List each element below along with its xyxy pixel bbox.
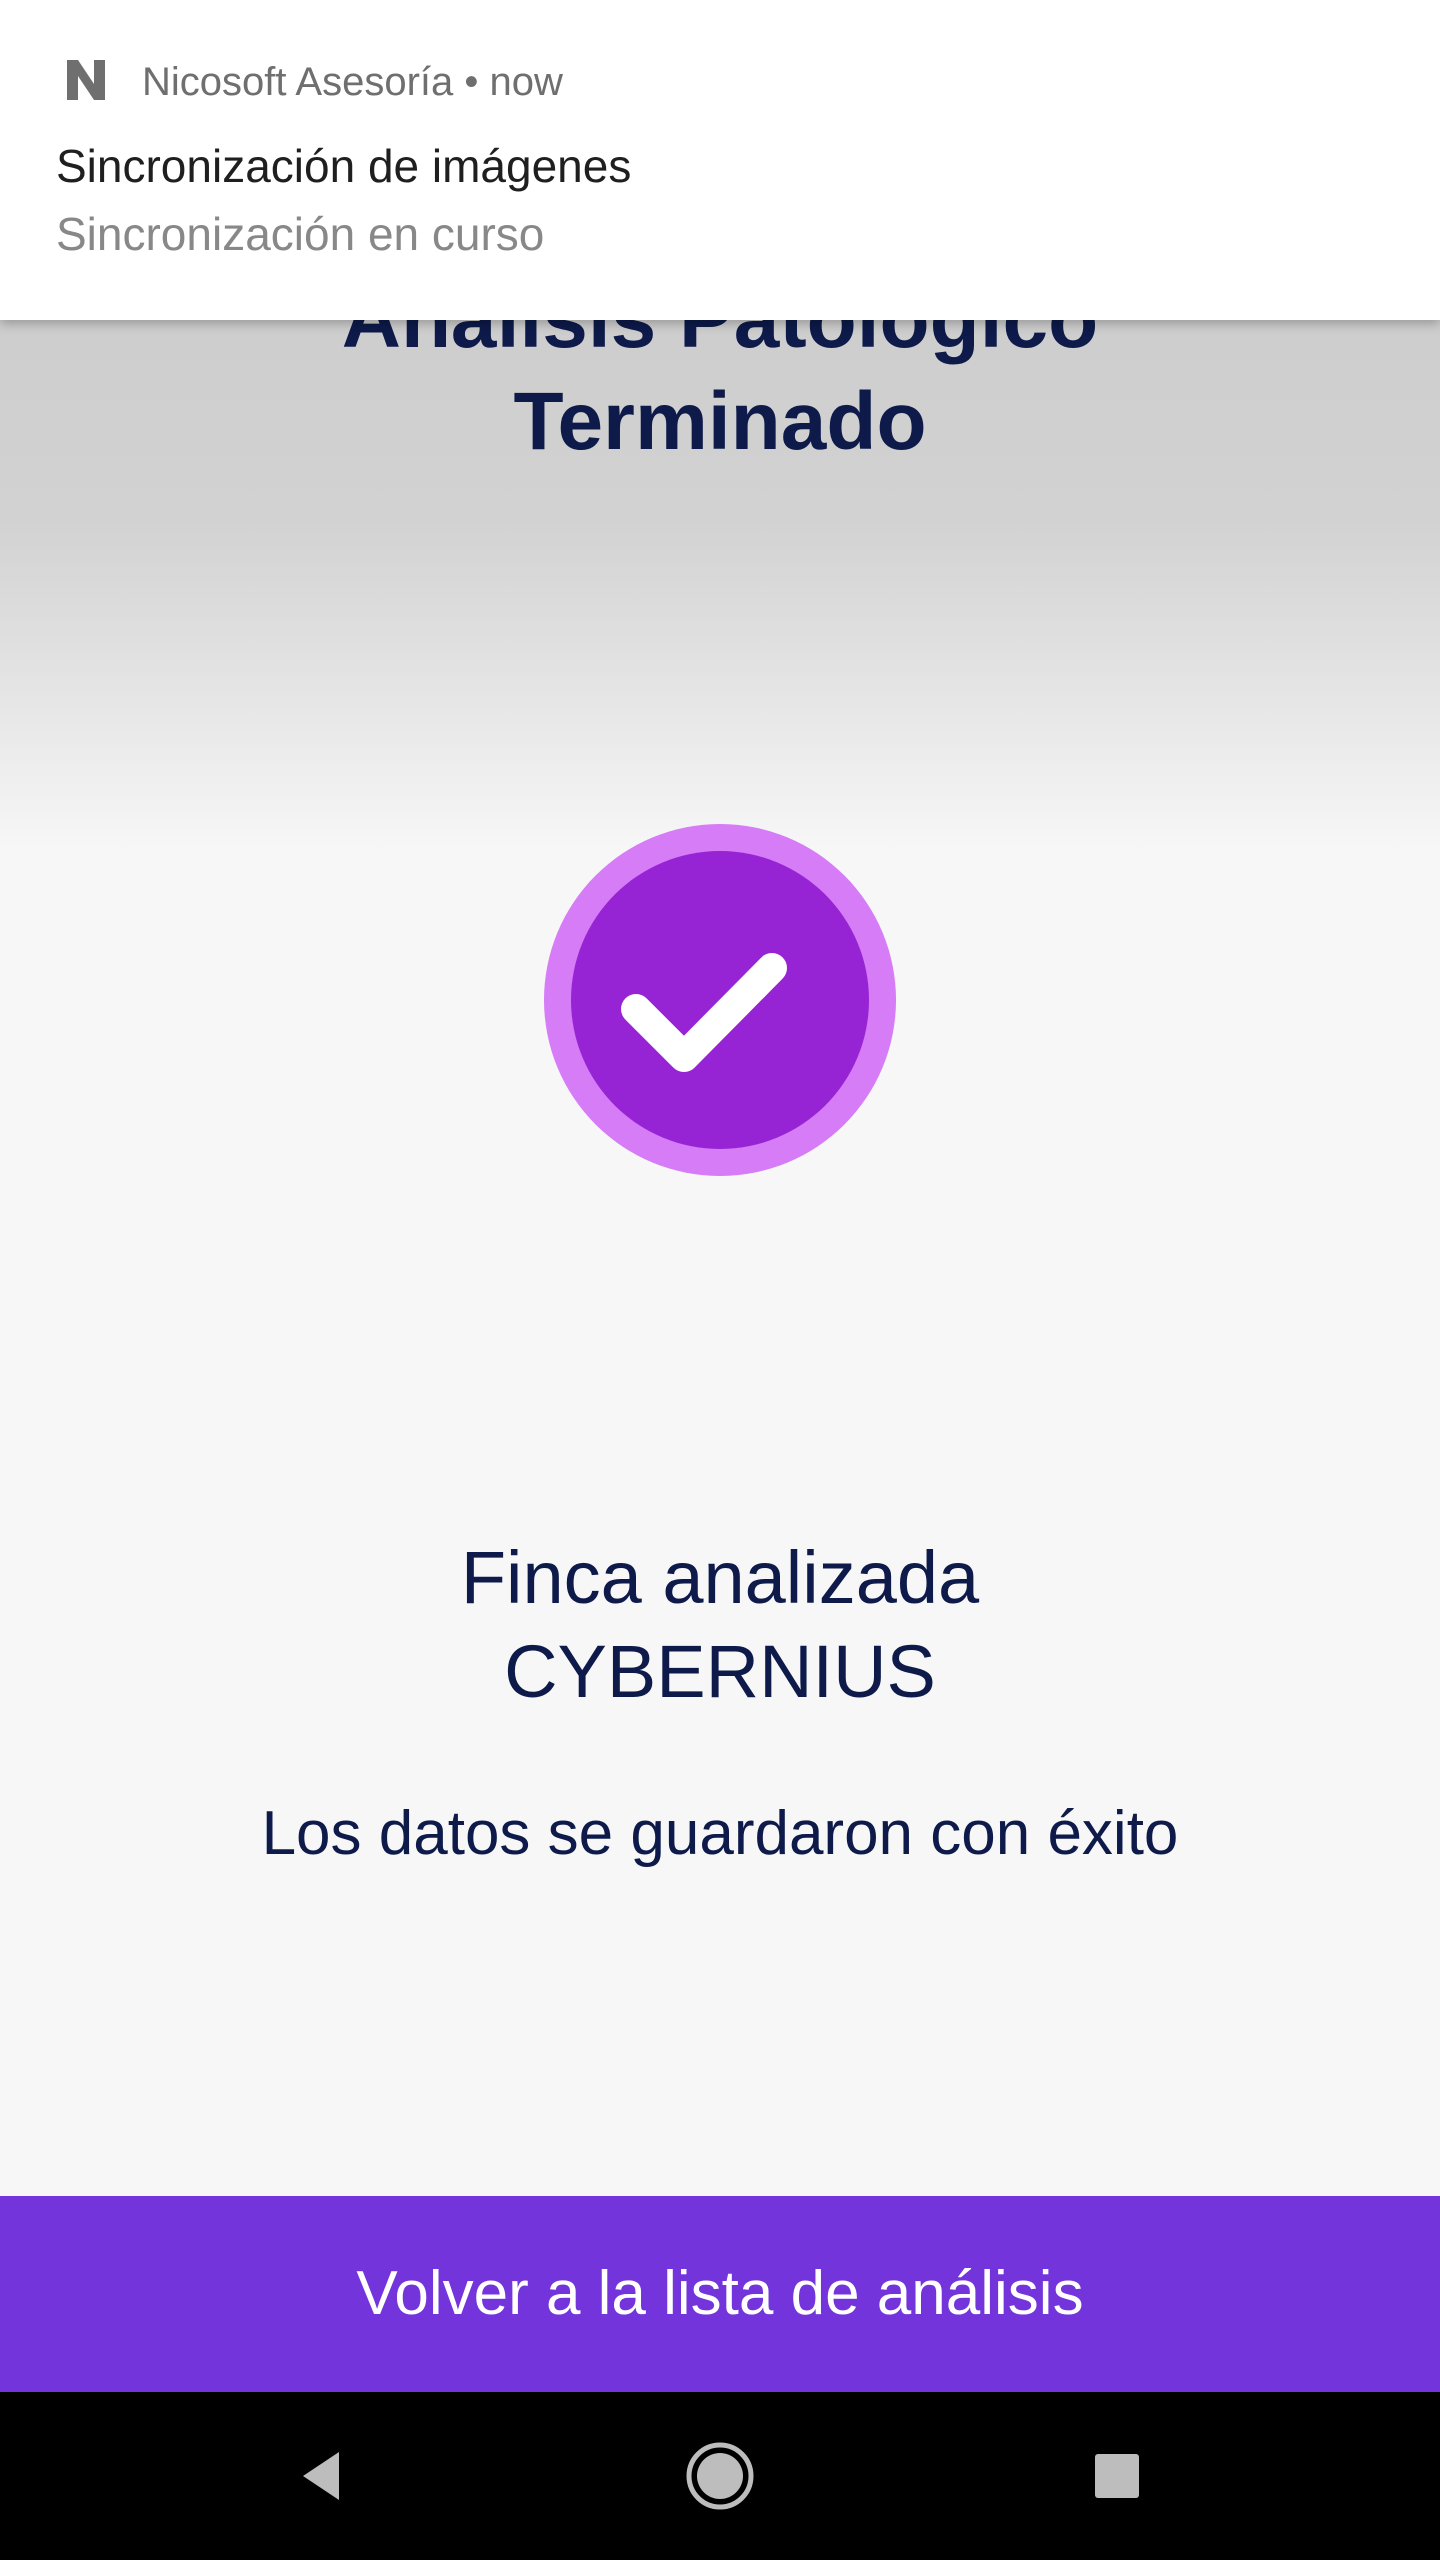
back-triangle-icon — [303, 2452, 339, 2500]
notification-header: Nicosoft Asesoría • now — [142, 56, 563, 108]
notification-text: Sincronización en curso — [56, 208, 545, 260]
nav-back-button[interactable] — [262, 2416, 382, 2536]
notification-app-name: Nicosoft Asesoría — [142, 60, 454, 104]
checkmark-icon — [621, 953, 787, 1072]
recents-square-icon — [1095, 2454, 1139, 2498]
notification-separator: • — [453, 60, 490, 104]
nav-home-button[interactable] — [660, 2416, 780, 2536]
home-circle-icon — [686, 2442, 754, 2510]
nav-recents-button[interactable] — [1057, 2416, 1177, 2536]
screen-title-line-2: Terminado — [513, 376, 927, 467]
success-message: Los datos se guardaron con éxito — [261, 1799, 1179, 1868]
back-to-analysis-list-button[interactable]: Volver a la lista de análisis — [0, 2196, 1440, 2392]
notification-time: now — [489, 60, 563, 104]
n-logo-icon — [67, 60, 105, 100]
notification-title: Sincronización de imágenes — [56, 140, 632, 192]
sync-notification[interactable]: Nicosoft Asesoría • now Sincronización d… — [0, 0, 1440, 320]
check-circle-icon — [544, 824, 896, 1176]
farm-name: CYBERNIUS — [504, 1630, 936, 1713]
navigation-bar — [0, 2392, 1440, 2560]
analysis-finished-screen: Análisis Patológico Terminado Finca anal… — [0, 0, 1440, 2392]
farm-label: Finca analizada — [460, 1536, 980, 1619]
